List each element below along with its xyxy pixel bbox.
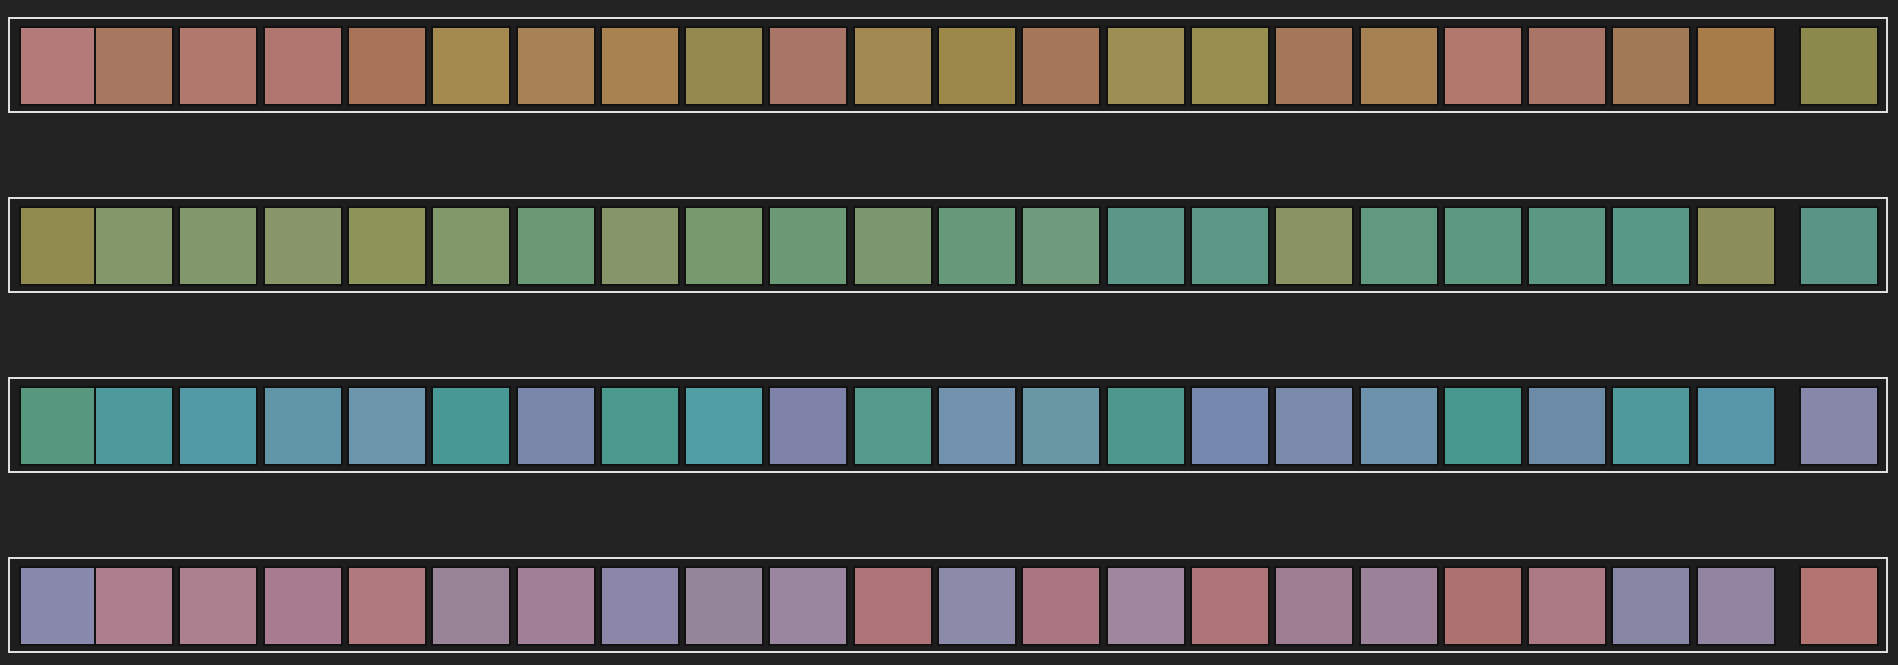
color-tile[interactable] xyxy=(1274,386,1354,466)
color-tile[interactable] xyxy=(1527,26,1607,106)
color-tile[interactable] xyxy=(1527,206,1607,286)
anchor-tile-start xyxy=(19,206,99,286)
color-tile[interactable] xyxy=(684,386,764,466)
color-tile[interactable] xyxy=(600,26,680,106)
color-tile[interactable] xyxy=(684,206,764,286)
color-tile[interactable] xyxy=(1611,26,1691,106)
color-tile[interactable] xyxy=(1190,566,1270,646)
color-tile[interactable] xyxy=(600,386,680,466)
color-tile[interactable] xyxy=(1611,206,1691,286)
color-tile[interactable] xyxy=(1696,206,1776,286)
color-tile[interactable] xyxy=(347,26,427,106)
color-tile[interactable] xyxy=(768,206,848,286)
color-tile[interactable] xyxy=(1021,386,1101,466)
color-tile[interactable] xyxy=(1527,386,1607,466)
color-tile[interactable] xyxy=(1021,26,1101,106)
color-tile[interactable] xyxy=(600,566,680,646)
color-tile[interactable] xyxy=(684,566,764,646)
color-tile[interactable] xyxy=(431,206,511,286)
color-tile[interactable] xyxy=(178,566,258,646)
color-tile[interactable] xyxy=(1359,386,1439,466)
color-tile[interactable] xyxy=(1190,386,1270,466)
color-tile[interactable] xyxy=(937,26,1017,106)
color-tile[interactable] xyxy=(1696,26,1776,106)
color-tile[interactable] xyxy=(178,206,258,286)
anchor-tile-end xyxy=(1799,386,1879,466)
anchor-tile-end xyxy=(1799,206,1879,286)
anchor-tile-start xyxy=(19,566,99,646)
color-tile[interactable] xyxy=(1106,206,1186,286)
color-tile[interactable] xyxy=(1359,206,1439,286)
color-tile[interactable] xyxy=(853,26,933,106)
color-tile[interactable] xyxy=(1443,206,1523,286)
color-tile[interactable] xyxy=(431,26,511,106)
color-tile[interactable] xyxy=(1443,26,1523,106)
color-tile[interactable] xyxy=(347,206,427,286)
color-tile[interactable] xyxy=(1443,386,1523,466)
puzzle-board xyxy=(0,0,1898,665)
color-tile[interactable] xyxy=(1021,206,1101,286)
color-tile[interactable] xyxy=(178,26,258,106)
color-tile[interactable] xyxy=(1359,26,1439,106)
color-tile[interactable] xyxy=(431,566,511,646)
color-tile[interactable] xyxy=(1106,386,1186,466)
anchor-tile-end xyxy=(1799,26,1879,106)
color-tile[interactable] xyxy=(1443,566,1523,646)
color-tile[interactable] xyxy=(1021,566,1101,646)
color-tile[interactable] xyxy=(94,566,174,646)
color-tile[interactable] xyxy=(684,26,764,106)
color-tile[interactable] xyxy=(937,206,1017,286)
color-tile[interactable] xyxy=(937,386,1017,466)
color-tile[interactable] xyxy=(1359,566,1439,646)
color-tile[interactable] xyxy=(516,386,596,466)
anchor-tile-end xyxy=(1799,566,1879,646)
color-tile[interactable] xyxy=(600,206,680,286)
color-tile[interactable] xyxy=(516,566,596,646)
anchor-tile-start xyxy=(19,386,99,466)
puzzle-row-3 xyxy=(8,377,1888,473)
color-tile[interactable] xyxy=(347,386,427,466)
color-tile[interactable] xyxy=(1274,26,1354,106)
color-tile[interactable] xyxy=(937,566,1017,646)
color-tile[interactable] xyxy=(1106,566,1186,646)
color-tile[interactable] xyxy=(263,26,343,106)
color-tile[interactable] xyxy=(853,206,933,286)
color-tile[interactable] xyxy=(1106,26,1186,106)
color-tile[interactable] xyxy=(263,386,343,466)
color-tile[interactable] xyxy=(853,386,933,466)
color-tile[interactable] xyxy=(1190,26,1270,106)
color-tile[interactable] xyxy=(263,566,343,646)
color-tile[interactable] xyxy=(431,386,511,466)
color-tile[interactable] xyxy=(94,386,174,466)
color-tile[interactable] xyxy=(768,26,848,106)
color-tile[interactable] xyxy=(768,566,848,646)
color-tile[interactable] xyxy=(1696,566,1776,646)
puzzle-row-1 xyxy=(8,17,1888,113)
color-tile[interactable] xyxy=(347,566,427,646)
anchor-tile-start xyxy=(19,26,99,106)
color-tile[interactable] xyxy=(1274,206,1354,286)
color-tile[interactable] xyxy=(178,386,258,466)
color-tile[interactable] xyxy=(1274,566,1354,646)
color-tile[interactable] xyxy=(1527,566,1607,646)
color-tile[interactable] xyxy=(263,206,343,286)
color-tile[interactable] xyxy=(853,566,933,646)
color-tile[interactable] xyxy=(1611,386,1691,466)
color-tile[interactable] xyxy=(1696,386,1776,466)
puzzle-row-2 xyxy=(8,197,1888,293)
color-tile[interactable] xyxy=(516,206,596,286)
color-tile[interactable] xyxy=(516,26,596,106)
color-tile[interactable] xyxy=(94,206,174,286)
color-tile[interactable] xyxy=(94,26,174,106)
color-tile[interactable] xyxy=(768,386,848,466)
color-tile[interactable] xyxy=(1190,206,1270,286)
puzzle-row-4 xyxy=(8,557,1888,653)
color-tile[interactable] xyxy=(1611,566,1691,646)
